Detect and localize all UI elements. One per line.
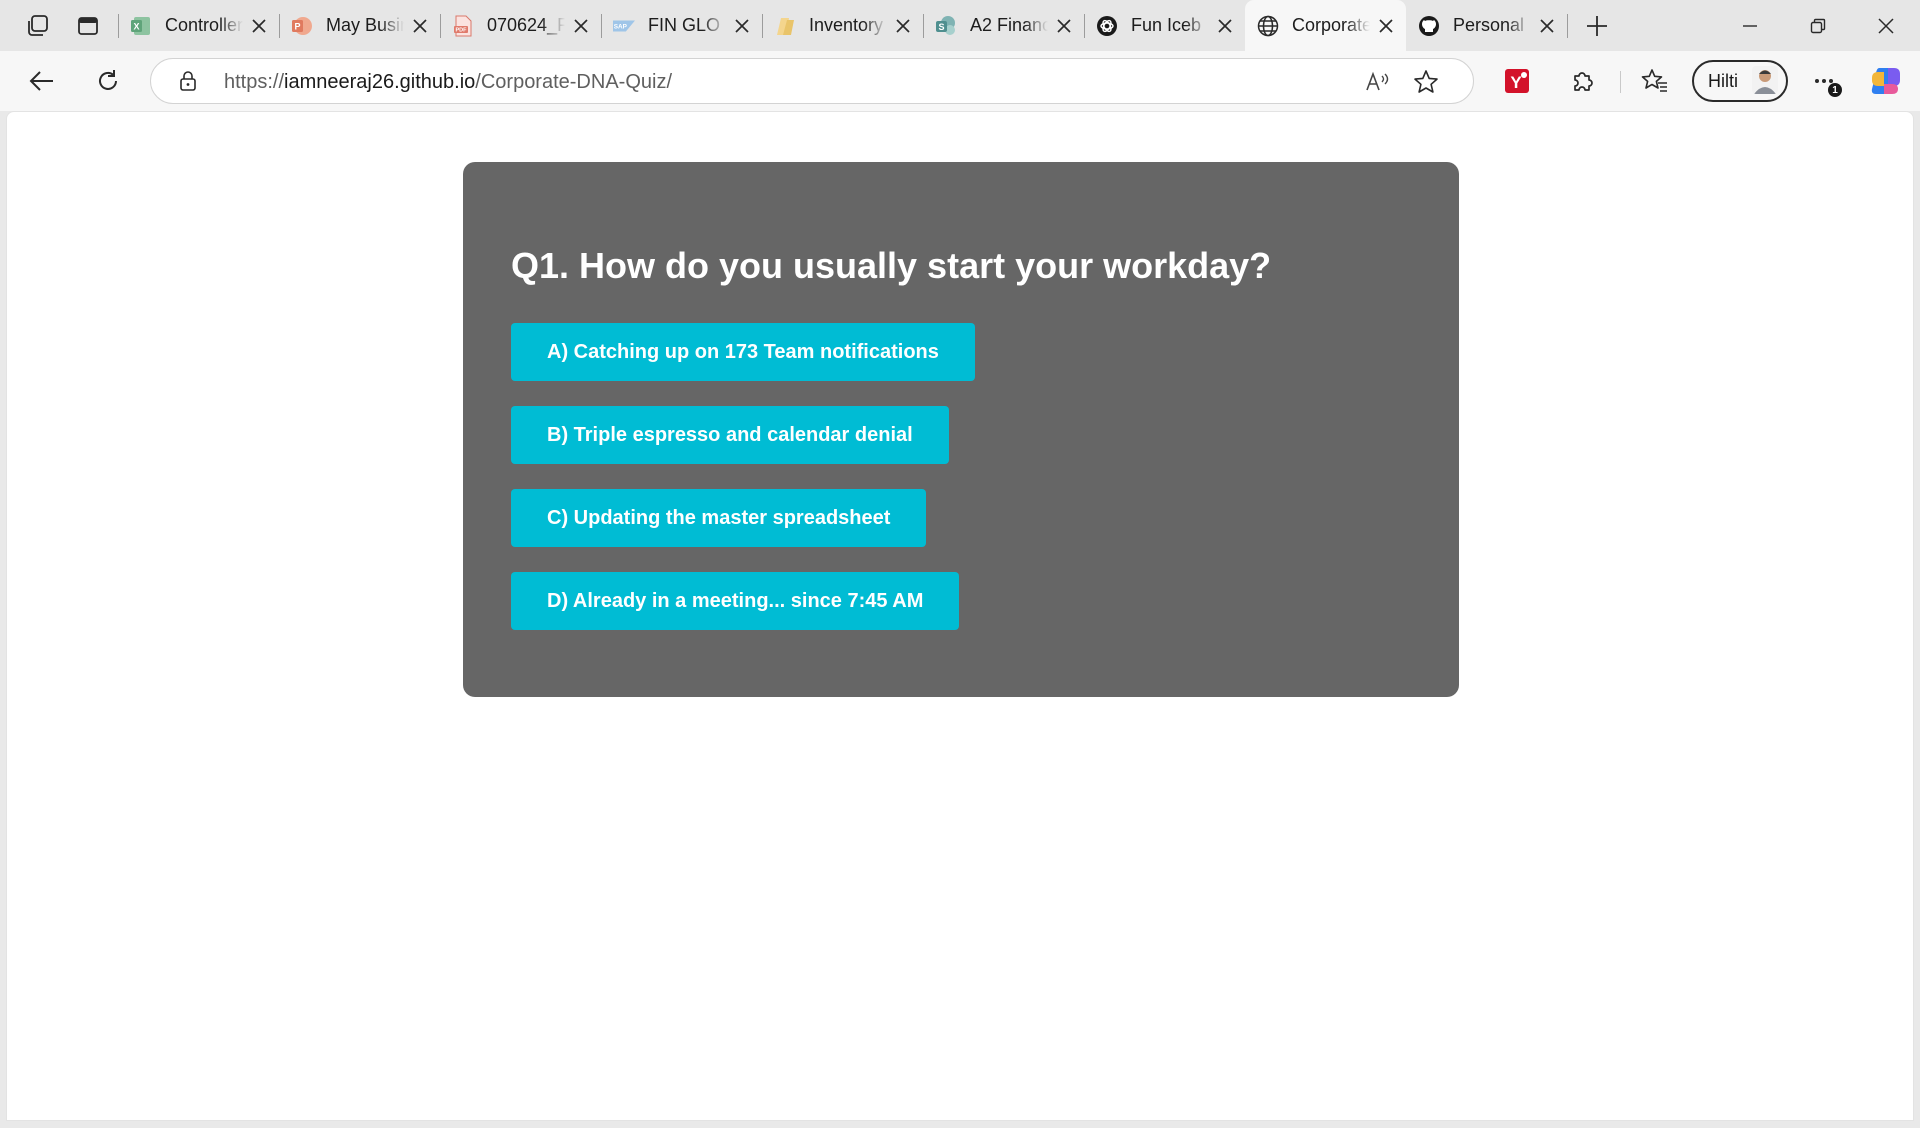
add-favorite-button[interactable] [1409, 65, 1443, 99]
close-icon[interactable] [408, 14, 432, 38]
tab-title: Corporate [1292, 15, 1370, 35]
profile-name: Hilti [1708, 70, 1738, 91]
svg-text:X: X [133, 21, 139, 31]
window-controls [1716, 0, 1920, 51]
yahoo-extension-button[interactable]: Y [1495, 59, 1539, 103]
url-host: iamneeraj26.github.io [284, 71, 476, 93]
close-icon[interactable] [1213, 14, 1237, 38]
powerpoint-icon: P [291, 15, 313, 37]
question-title: Q1. How do you usually start your workda… [511, 245, 1272, 286]
read-aloud-icon [1366, 71, 1389, 91]
refresh-button[interactable] [86, 59, 130, 103]
close-icon[interactable] [569, 14, 593, 38]
sap-icon: SAP [613, 15, 635, 37]
answer-option-c[interactable]: C) Updating the master spreadsheet [511, 489, 927, 547]
restore-icon [1810, 18, 1826, 33]
tab-title: FIN GLO [648, 15, 721, 35]
back-button[interactable] [20, 59, 64, 103]
tab-may-business[interactable]: P May Business [279, 0, 440, 51]
back-arrow-icon [29, 71, 53, 91]
copilot-button[interactable] [1864, 59, 1908, 103]
tab-corporate-active[interactable]: Corporate [1245, 0, 1406, 51]
github-icon [1418, 15, 1440, 37]
restore-button[interactable] [1784, 0, 1852, 51]
page-viewport: Q1. How do you usually start your workda… [6, 111, 1914, 1121]
copilot-icon [1871, 68, 1900, 94]
new-tab-button[interactable] [1567, 0, 1627, 51]
notification-badge: 1 [1828, 83, 1842, 97]
answer-option-a[interactable]: A) Catching up on 173 Team notifications [511, 323, 975, 381]
svg-text:SAP: SAP [614, 23, 628, 30]
pdf-icon: PDF [452, 15, 474, 37]
toolbar-divider [1620, 71, 1621, 93]
extensions-button[interactable] [1561, 59, 1605, 103]
close-icon [1878, 17, 1894, 34]
close-window-button[interactable] [1852, 0, 1920, 51]
close-icon[interactable] [1535, 14, 1559, 38]
star-icon [1414, 70, 1438, 93]
openai-icon [1096, 15, 1118, 37]
settings-and-more-button[interactable]: 1 [1804, 59, 1848, 103]
vertical-tabs-button[interactable] [63, 0, 113, 51]
folder-icon [774, 15, 796, 37]
tab-title: May Business [326, 15, 404, 35]
tab-title: A2 Finance [970, 15, 1048, 35]
tab-title: Controller [165, 15, 243, 35]
sharepoint-icon: S [935, 15, 957, 37]
tab-fun-iceberg[interactable]: Fun Iceb [1084, 0, 1245, 51]
svg-text:S: S [938, 22, 944, 32]
tab-title: 070624_F [487, 15, 565, 35]
read-aloud-button[interactable] [1361, 65, 1395, 99]
tab-list: X Controller P May Business PDF 070624_F [118, 0, 1627, 51]
profile-button[interactable]: Hilti [1692, 60, 1788, 102]
workspaces-icon [28, 14, 48, 36]
address-bar[interactable]: https://iamneeraj26.github.io/Corporate-… [150, 58, 1474, 104]
minimize-button[interactable] [1716, 0, 1784, 51]
quiz-card: Q1. How do you usually start your workda… [463, 162, 1459, 697]
close-icon[interactable] [891, 14, 915, 38]
tab-title: Inventory [809, 15, 884, 35]
answer-options: A) Catching up on 173 Team notifications… [511, 323, 1411, 655]
tab-actions-icon [78, 16, 98, 35]
favorites-button[interactable] [1633, 59, 1677, 103]
close-icon[interactable] [730, 14, 754, 38]
url-path: /Corporate-DNA-Quiz/ [475, 71, 672, 93]
svg-text:PDF: PDF [456, 27, 468, 33]
excel-icon: X [130, 15, 152, 37]
url-text[interactable]: https://iamneeraj26.github.io/Corporate-… [224, 71, 672, 94]
puzzle-icon [1574, 72, 1593, 91]
close-icon[interactable] [1374, 14, 1398, 38]
tab-fin-glo[interactable]: SAP FIN GLO [601, 0, 762, 51]
tab-pdf[interactable]: PDF 070624_F [440, 0, 601, 51]
tab-title: Personal [1453, 15, 1525, 35]
favorites-icon [1641, 69, 1667, 92]
tab-title: Fun Iceb [1131, 15, 1202, 35]
yahoo-extension-icon: Y [1505, 69, 1529, 93]
tab-a2-finance[interactable]: S A2 Finance [923, 0, 1084, 51]
answer-option-d[interactable]: D) Already in a meeting... since 7:45 AM [511, 572, 960, 630]
lock-icon[interactable] [177, 70, 199, 92]
answer-option-b[interactable]: B) Triple espresso and calendar denial [511, 406, 949, 464]
close-icon[interactable] [1052, 14, 1076, 38]
close-icon[interactable] [247, 14, 271, 38]
avatar [1752, 66, 1778, 94]
url-scheme: https:// [224, 71, 285, 93]
tab-personal[interactable]: Personal [1406, 0, 1567, 51]
globe-icon [1257, 15, 1279, 37]
workspaces-button[interactable] [13, 0, 63, 51]
tab-strip: X Controller P May Business PDF 070624_F [0, 0, 1920, 51]
svg-text:Y: Y [1510, 73, 1522, 92]
minimize-icon [1743, 24, 1757, 27]
tab-inventory[interactable]: Inventory [762, 0, 923, 51]
plus-icon [1587, 15, 1607, 36]
refresh-icon [99, 70, 117, 90]
tab-controller[interactable]: X Controller [118, 0, 279, 51]
svg-text:P: P [294, 21, 300, 31]
browser-toolbar: https://iamneeraj26.github.io/Corporate-… [0, 51, 1920, 111]
